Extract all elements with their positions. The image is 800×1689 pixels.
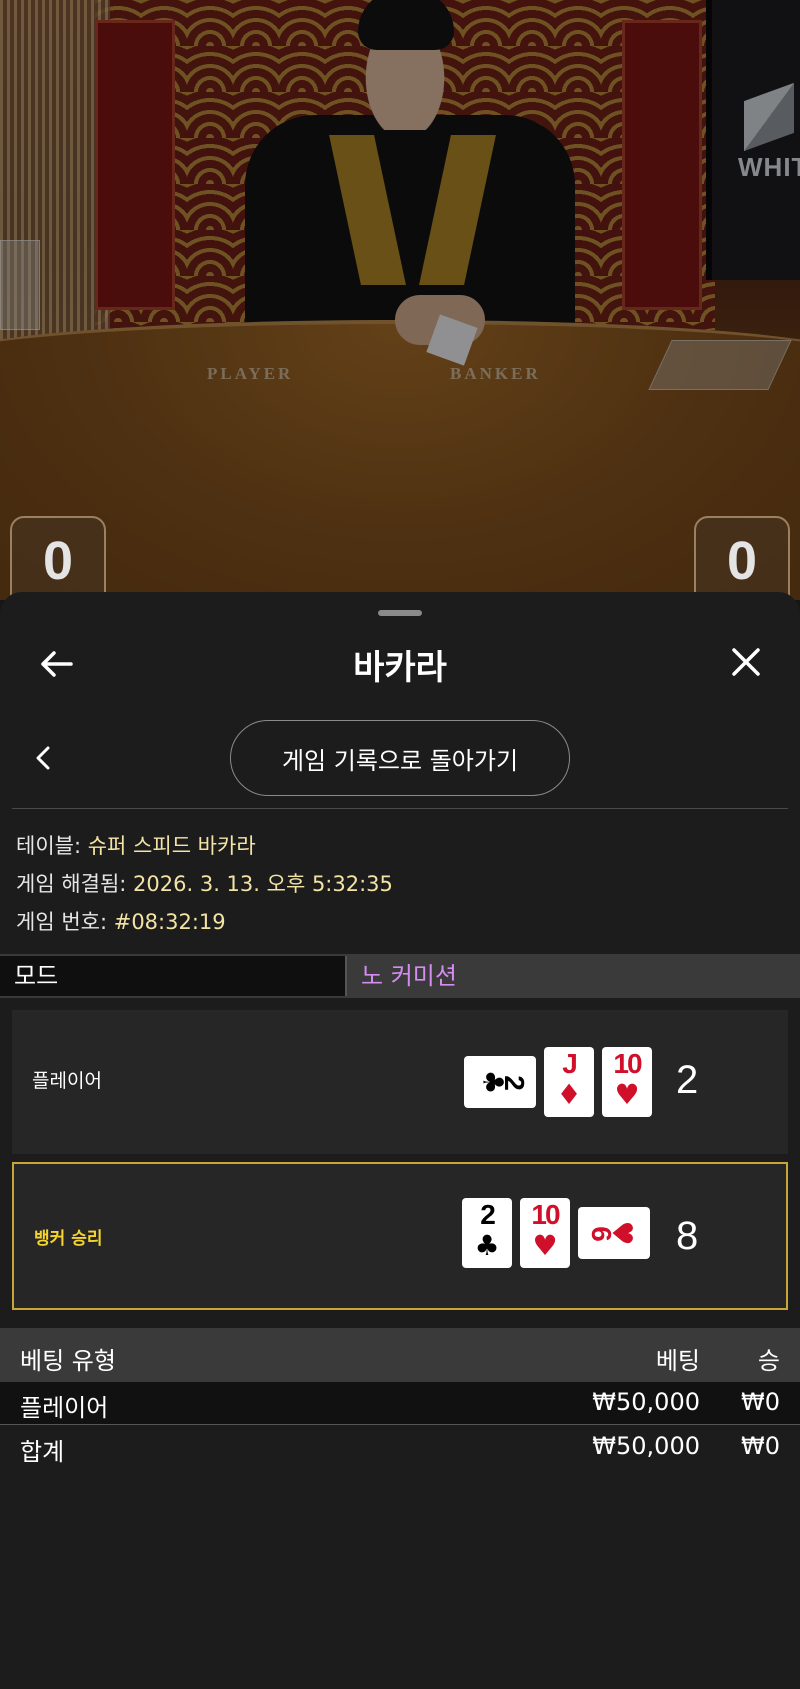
- playing-card: 2 ♣: [462, 1198, 512, 1268]
- divider: [0, 1424, 800, 1425]
- playing-card: ♣ 2: [464, 1056, 536, 1108]
- banker-hand-score: 8: [676, 1214, 699, 1258]
- return-to-history-button[interactable]: 게임 기록으로 돌아가기: [230, 720, 570, 796]
- card-rank: 2: [480, 1199, 496, 1230]
- card-rank: 2: [498, 1075, 530, 1089]
- banker-score-display: 0: [694, 516, 790, 600]
- resolved-info: 게임 해결됨: 2026. 3. 13. 오후 5:32:35: [16, 868, 393, 898]
- total-bet-cell: ₩50,000: [592, 1432, 700, 1460]
- divider: [12, 808, 788, 809]
- game-number-value: #08:32:19: [113, 910, 226, 934]
- banker-hand-panel: 뱅커 승리 2 ♣ 10 ♥ 6 ♥ 8: [12, 1162, 788, 1310]
- card-rank: 10: [531, 1199, 560, 1230]
- bet-type-cell: 플레이어: [20, 1394, 109, 1422]
- table-row: 플레이어 ₩50,000 ₩0: [0, 1382, 800, 1424]
- bet-amount-cell: ₩50,000: [592, 1388, 700, 1416]
- total-row: 합계 ₩50,000 ₩0: [0, 1426, 800, 1468]
- header-win: 승: [757, 1347, 780, 1375]
- playing-card: J ♦: [544, 1047, 594, 1117]
- mode-row: 모드 노 커미션: [0, 954, 800, 998]
- win-amount-cell: ₩0: [741, 1388, 780, 1416]
- close-x-icon: [732, 648, 760, 676]
- card-suit: ♥: [614, 1078, 640, 1111]
- card-suit: ♦: [556, 1078, 582, 1111]
- total-win-cell: ₩0: [741, 1432, 780, 1460]
- bets-table-header: 베팅 유형 베팅 승: [0, 1328, 800, 1382]
- player-score-display: 0: [10, 516, 106, 600]
- player-cards: ♣ 2 J ♦ 10 ♥: [464, 1047, 652, 1117]
- chevron-left-icon: [36, 746, 50, 770]
- close-button[interactable]: [726, 642, 766, 682]
- card-rank: J: [562, 1048, 578, 1079]
- table-info-value: 슈퍼 스피드 바카라: [87, 834, 256, 858]
- game-number-info: 게임 번호: #08:32:19: [16, 906, 226, 936]
- card-suit: ♣: [474, 1229, 500, 1262]
- banker-cards: 2 ♣ 10 ♥ 6 ♥: [462, 1198, 650, 1268]
- playing-card: 6 ♥: [578, 1207, 650, 1259]
- player-hand-label: 플레이어: [32, 1070, 102, 1092]
- playing-card: 10 ♥: [602, 1047, 652, 1117]
- banker-win-label: 뱅커 승리: [34, 1229, 103, 1249]
- playing-card: 10 ♥: [520, 1198, 570, 1268]
- resolved-info-label: 게임 해결됨:: [16, 872, 127, 896]
- sheet-title: 바카라: [353, 648, 447, 688]
- card-rank: 10: [613, 1048, 642, 1079]
- card-suit: ♥: [532, 1229, 558, 1262]
- header-bet-type: 베팅 유형: [20, 1347, 116, 1375]
- card-suit: ♥: [605, 1220, 639, 1246]
- sheet-grabber[interactable]: [378, 610, 422, 616]
- history-nav: 게임 기록으로 돌아가기: [0, 718, 800, 798]
- video-dim-overlay: [0, 0, 800, 600]
- table-info-label: 테이블:: [16, 834, 82, 858]
- mode-value: 노 커미션: [345, 956, 800, 996]
- resolved-info-value: 2026. 3. 13. 오후 5:32:35: [133, 872, 393, 896]
- live-video: WHIT PLAYER BANKER 0 0: [0, 0, 800, 600]
- game-number-label: 게임 번호:: [16, 910, 108, 934]
- player-hand-panel: 플레이어 ♣ 2 J ♦ 10 ♥ 2: [12, 1010, 788, 1154]
- total-label: 합계: [20, 1438, 65, 1466]
- sheet-header: 바카라: [0, 622, 800, 702]
- game-history-sheet: 바카라 게임 기록으로 돌아가기 테이블: 슈퍼 스피드 바카라 게임 해결됨:…: [0, 592, 800, 1689]
- mode-label: 모드: [0, 956, 345, 996]
- previous-button[interactable]: [28, 740, 58, 776]
- table-info: 테이블: 슈퍼 스피드 바카라: [16, 830, 256, 860]
- player-hand-score: 2: [676, 1058, 699, 1102]
- header-bet: 베팅: [655, 1347, 700, 1375]
